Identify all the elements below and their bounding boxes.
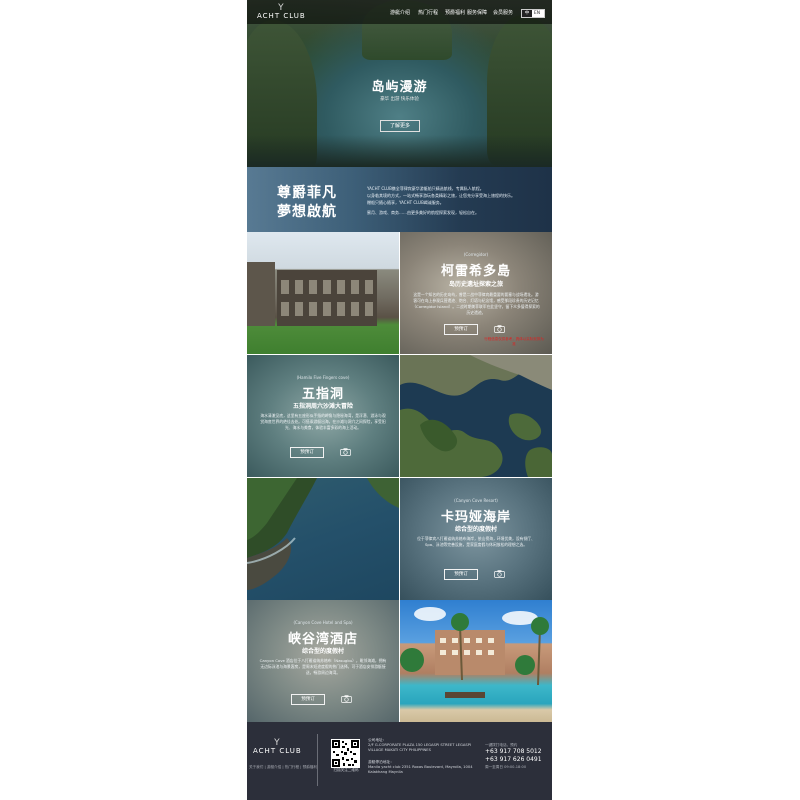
phone-2[interactable]: +63 917 626 0491 [485,756,547,764]
nav-benefits[interactable]: 预爵福利 [445,9,465,16]
lang-en[interactable]: EN [532,10,542,17]
resort-pool-photo [400,600,552,722]
corregidor-card: (Corregidor) 柯雷希多島 岛历史遗址探索之旅 这是一个知名的历史岛屿… [400,232,552,354]
marina-address: 游艇停泊地址： Manila yacht club 2351 Roxas Bou… [368,760,473,774]
phone-1[interactable]: +63 917 708 5012 [485,748,547,756]
section-corregidor: (Corregidor) 柯雷希多島 岛历史遗址探索之旅 这是一个知名的历史岛屿… [247,232,552,354]
section-canyon-cove: (Canyon Cove Hotel and Spa) 峡谷湾酒店 综合型的度假… [247,600,552,722]
coast-book-button[interactable]: 预预订 [444,569,478,580]
intro-text: YACHT CLUB携全菲律宾豪华游艇船只精选航线，专属私人航程。 以身临其境的… [367,186,515,215]
footer-links[interactable]: 关于我们 | 游艇介绍 | 热门行程 | 预爵福利 [249,765,317,770]
coast-en-name: (Canyon Cove Resort) [454,498,498,503]
footer: Y ACHT CLUB 关于我们 | 游艇介绍 | 热门行程 | 预爵福利 扫描关… [247,722,552,800]
nav-yacht-intro[interactable]: 游艇介绍 [390,9,410,16]
five-fingers-title: 五指洞 [301,387,344,402]
five-fingers-description: 海水清澈见底，这里有五座形似手指的岬角与隐秘海湾，是浮潜、游泳与观赏海底世界的绝… [260,413,386,430]
camera-icon[interactable] [494,325,505,333]
hero-subtitle: 豪华 出游 快乐体验 [380,97,419,102]
corregidor-note: 行程信息仅供参考，具体以实际安排为准 [484,337,544,346]
page: Y ACHT CLUB 游艇介绍 热门行程 预爵福利 服务保障 会员服务 中 EN … [247,0,552,800]
footer-logo[interactable]: Y ACHT CLUB [253,739,302,756]
canyon-cove-card: (Canyon Cove Hotel and Spa) 峡谷湾酒店 综合型的度假… [247,600,399,722]
camera-icon[interactable] [341,695,352,703]
qr-label: 扫描关注二维码 [333,768,359,772]
nav-hot-trips[interactable]: 热门行程 [418,9,438,16]
intro-title-2: 夢想啟航 [277,204,337,220]
canyon-cove-book-button[interactable]: 预预订 [291,694,325,705]
coast-card: (Canyon Cove Resort) 卡玛娅海岸 综合型的度假村 位于菲律宾… [400,478,552,600]
five-fingers-satellite-photo [400,355,552,477]
five-fingers-subtitle: 五指洞周六沙滩大冒险 [292,403,353,410]
qr-code [331,739,360,768]
five-fingers-card: (Hamilo Five Fingers cove) 五指洞 五指洞周六沙滩大冒… [247,355,399,477]
section-coast: (Canyon Cove Resort) 卡玛娅海岸 综合型的度假村 位于菲律宾… [247,478,552,600]
corregidor-subtitle: 岛历史遗址探索之旅 [448,281,503,288]
corregidor-book-button[interactable]: 预预订 [444,324,478,335]
company-address: 公司地址： 2/F G.CORPORATE PLAZA 150 LEGASPI … [368,738,472,752]
hero-more-button[interactable]: 了解更多 [380,120,420,132]
intro-title-1: 尊爵菲凡 [277,185,337,201]
contact-phones: 一键拨打电话，预约 +63 917 708 5012 +63 917 626 0… [485,742,547,770]
camera-icon[interactable] [494,570,505,578]
corregidor-photo [247,232,399,354]
corregidor-title: 柯雷希多島 [440,264,511,279]
business-hours: 周一至周日 09:00-18:00 [485,765,527,769]
hero-title: 岛屿漫游 [371,80,428,95]
camera-icon[interactable] [340,448,351,456]
five-fingers-en-name: (Hamilo Five Fingers cove) [296,375,350,380]
canyon-cove-subtitle: 综合型的度假村 [301,648,344,655]
section-five-fingers: (Hamilo Five Fingers cove) 五指洞 五指洞周六沙滩大冒… [247,355,552,477]
coast-subtitle: 综合型的度假村 [454,526,497,533]
nav-member[interactable]: 会员服务 [493,9,513,16]
footer-divider [317,734,318,786]
language-switch[interactable]: 中 EN [521,9,545,18]
nav-service[interactable]: 服务保障 [467,9,487,16]
five-fingers-book-button[interactable]: 预预订 [290,447,324,458]
intro-banner: 尊爵菲凡 夢想啟航 YACHT CLUB携全菲律宾豪华游艇船只精选航线，专属私人… [247,167,552,232]
canyon-cove-description: Canyon Cove 酒店位于八打雁省纳苏格布（Nasugbu），毗邻海滩，拥… [259,658,387,675]
lang-cn[interactable]: 中 [522,10,532,17]
coast-title: 卡玛娅海岸 [440,510,511,525]
site-logo[interactable]: Y ACHT CLUB [257,4,306,21]
hero-banner: Y ACHT CLUB 游艇介绍 热门行程 预爵福利 服务保障 会员服务 中 EN … [247,0,552,167]
canyon-cove-en-name: (Canyon Cove Hotel and Spa) [293,620,353,625]
navbar: Y ACHT CLUB 游艇介绍 热门行程 预爵福利 服务保障 会员服务 中 EN [247,0,552,24]
coast-description: 位于菲律宾八打雁省纳苏格布海岸，依山傍海，环境优美，设有餐厅、Spa、泳池等完善… [417,536,535,547]
canyon-cove-title: 峡谷湾酒店 [287,632,358,647]
coast-aerial-photo [247,478,399,600]
corregidor-description: 这是一个知名的历史岛屿，曾是二战中菲律宾最重要的要塞与战场遗址。游客可在岛上参观… [412,292,540,315]
corregidor-en-name: (Corregidor) [463,252,489,257]
